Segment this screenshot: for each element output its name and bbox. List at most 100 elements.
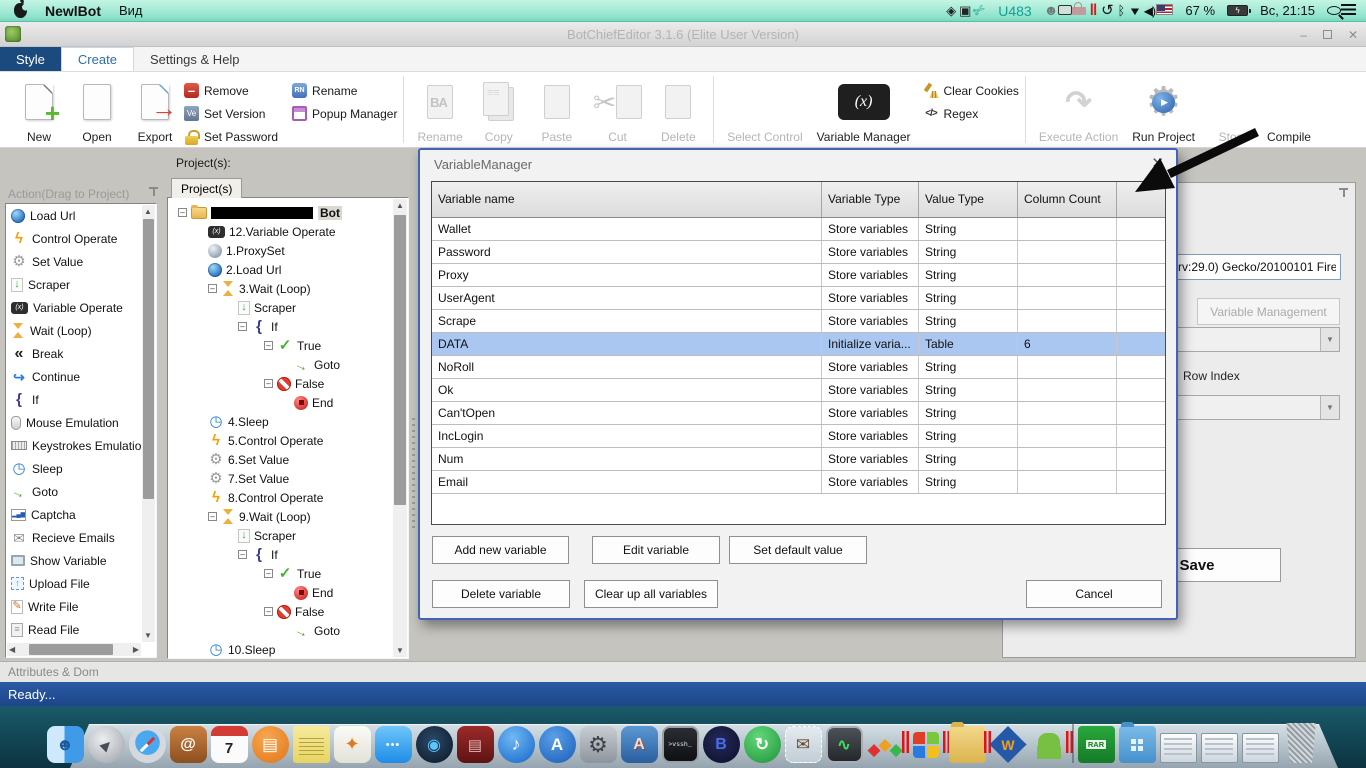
- dock-stickies[interactable]: [293, 726, 330, 763]
- action-list-item[interactable]: Continue: [6, 365, 156, 388]
- tree-row[interactable]: – 3.Wait (Loop): [168, 279, 408, 298]
- action-list-item[interactable]: Keystrokes Emulation: [6, 434, 156, 457]
- lock-icon[interactable]: [1072, 7, 1086, 15]
- table-row[interactable]: Ok Store variables String: [432, 379, 1165, 402]
- tree-expander-icon[interactable]: –: [208, 284, 217, 293]
- table-row[interactable]: Scrape Store variables String: [432, 310, 1165, 333]
- table-row[interactable]: Proxy Store variables String: [432, 264, 1165, 287]
- column-header[interactable]: Column Count: [1018, 182, 1117, 217]
- tree-row[interactable]: – If: [168, 545, 408, 564]
- projects-panel-tab[interactable]: Project(s): [171, 178, 242, 198]
- tree-row[interactable]: – 1.ProxySet: [168, 241, 408, 260]
- dock-system-preferences[interactable]: [580, 726, 617, 763]
- ribbon-button[interactable]: (x) Variable Manager: [810, 72, 918, 147]
- dock-electrum[interactable]: [703, 726, 740, 763]
- tree-row[interactable]: – 5.Control Operate: [168, 431, 408, 450]
- ribbon-small-button[interactable]: Popup Manager: [292, 103, 397, 124]
- ribbon-button[interactable]: Cut: [586, 72, 649, 147]
- laptop-icon[interactable]: [1058, 5, 1072, 15]
- action-list-item[interactable]: Variable Operate: [6, 296, 156, 319]
- tab-settings-help[interactable]: Settings & Help: [134, 47, 256, 71]
- dock-launchpad[interactable]: [88, 726, 125, 763]
- scroll-right-icon[interactable]: ▶: [131, 645, 141, 654]
- tree-row[interactable]: – True: [168, 564, 408, 583]
- ribbon-small-button[interactable]: Set Password: [184, 126, 278, 147]
- dock-messages[interactable]: [375, 726, 412, 763]
- ribbon-button[interactable]: Execute Action: [1032, 72, 1125, 147]
- chevron-down-icon[interactable]: ▼: [1320, 396, 1339, 419]
- ribbon-small-button[interactable]: Set Version: [184, 103, 278, 124]
- tree-expander-icon[interactable]: –: [264, 341, 273, 350]
- attributes-dom-bar[interactable]: Attributes & Dom: [0, 661, 1366, 682]
- tree-row[interactable]: – 2.Load Url: [168, 260, 408, 279]
- useragent-input[interactable]: [1173, 254, 1341, 280]
- ribbon-button[interactable]: New: [10, 72, 68, 147]
- dock-installer[interactable]: [744, 726, 781, 763]
- tree-row[interactable]: – False: [168, 602, 408, 621]
- ribbon-small-button[interactable]: Remove: [184, 80, 278, 101]
- dock-cubes[interactable]: [867, 726, 904, 763]
- tree-row[interactable]: – End: [168, 583, 408, 602]
- tree-expander-icon[interactable]: –: [264, 379, 273, 388]
- ribbon-button[interactable]: Delete: [649, 72, 707, 147]
- dock-contacts[interactable]: [170, 726, 207, 763]
- dock-window-thumb-3[interactable]: [1242, 733, 1279, 763]
- ribbon-button[interactable]: Rename: [410, 72, 469, 147]
- scroll-left-icon[interactable]: ◀: [7, 645, 17, 654]
- volume-icon[interactable]: [1142, 3, 1156, 19]
- chevron-down-icon[interactable]: ▼: [1320, 328, 1339, 351]
- action-list-item[interactable]: Scraper: [6, 273, 156, 296]
- action-list-item[interactable]: Break: [6, 342, 156, 365]
- pause-icon[interactable]: [1086, 3, 1100, 19]
- dock-facetime[interactable]: [416, 726, 453, 763]
- action-list-item[interactable]: Upload File: [6, 572, 156, 595]
- dock-itunes[interactable]: [498, 726, 535, 763]
- ribbon-button[interactable]: Export: [126, 72, 184, 147]
- table-row[interactable]: IncLogin Store variables String: [432, 425, 1165, 448]
- add-new-variable-button[interactable]: Add new variable: [432, 536, 569, 564]
- tree-row[interactable]: – True: [168, 336, 408, 355]
- ribbon-button[interactable]: Select Control: [720, 72, 809, 147]
- tree-row[interactable]: – 6.Set Value: [168, 450, 408, 469]
- crane-icon[interactable]: [972, 2, 986, 18]
- scrollbar-thumb[interactable]: [29, 644, 113, 655]
- action-list-item[interactable]: Write File: [6, 595, 156, 618]
- dock-app-store[interactable]: [539, 726, 576, 763]
- time-machine-icon[interactable]: [1100, 3, 1114, 19]
- tree-row[interactable]: – 9.Wait (Loop): [168, 507, 408, 526]
- dock-window-thumb-2[interactable]: [1201, 733, 1238, 763]
- action-list-item[interactable]: Mouse Emulation: [6, 411, 156, 434]
- ribbon-button[interactable]: Open: [68, 72, 126, 147]
- tree-row[interactable]: – If: [168, 317, 408, 336]
- scroll-down-icon[interactable]: ▼: [396, 646, 404, 655]
- scroll-up-icon[interactable]: ▲: [144, 207, 152, 216]
- column-header[interactable]: Value Type: [919, 182, 1018, 217]
- bluetooth-icon[interactable]: [1114, 3, 1128, 19]
- battery-icon[interactable]: [1227, 5, 1248, 16]
- dock-ibooks[interactable]: [252, 726, 289, 763]
- variable-management-button[interactable]: Variable Management: [1197, 298, 1340, 325]
- tab-create[interactable]: Create: [61, 47, 134, 71]
- tree-row[interactable]: – Scraper: [168, 298, 408, 317]
- dock-finder[interactable]: [47, 726, 84, 763]
- ribbon-small-button[interactable]: Rename: [292, 80, 397, 101]
- tree-row[interactable]: – End: [168, 393, 408, 412]
- search-icon[interactable]: [1327, 6, 1341, 15]
- pin-icon[interactable]: [149, 187, 158, 198]
- action-list-item[interactable]: Wait (Loop): [6, 319, 156, 342]
- tree-row[interactable]: – 4.Sleep: [168, 412, 408, 431]
- wifi-icon[interactable]: [1128, 3, 1142, 19]
- panel-splitter[interactable]: [412, 418, 415, 528]
- menubar-app-name[interactable]: NewlBot: [45, 3, 101, 19]
- action-list-item[interactable]: Captcha: [6, 503, 156, 526]
- scroll-down-icon[interactable]: ▼: [144, 631, 152, 640]
- action-list-item[interactable]: Read File: [6, 618, 156, 641]
- table-row[interactable]: Wallet Store variables String: [432, 218, 1165, 241]
- tree-vertical-scrollbar[interactable]: ▲ ▼: [393, 199, 407, 657]
- tree-row[interactable]: – Scraper: [168, 526, 408, 545]
- dock-photo-booth[interactable]: [457, 726, 494, 763]
- tab-style[interactable]: Style: [0, 47, 61, 71]
- tree-expander-icon[interactable]: –: [264, 569, 273, 578]
- action-list-item[interactable]: If: [6, 388, 156, 411]
- ribbon-button[interactable]: Stop: [1202, 72, 1260, 147]
